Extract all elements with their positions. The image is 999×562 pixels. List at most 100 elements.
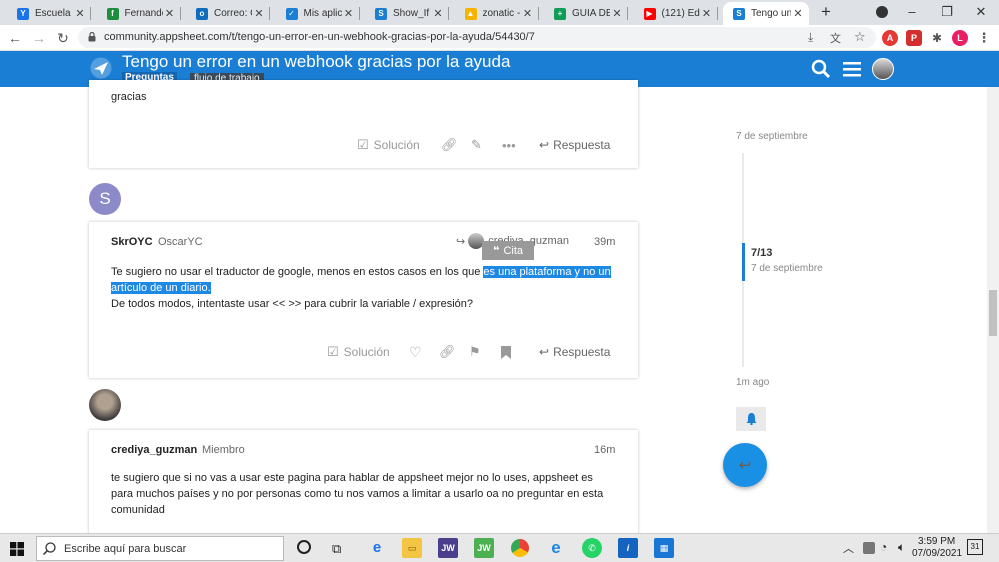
tab-close-icon[interactable]: ✕ (163, 7, 177, 20)
edge-app-icon[interactable]: e (546, 538, 566, 558)
clock-date[interactable]: 07/09/2021 (912, 548, 962, 559)
scrollbar-thumb[interactable] (989, 290, 997, 336)
address-bar[interactable]: community.appsheet.com/t/tengo-un-error-… (78, 27, 876, 48)
tab-close-icon[interactable]: ✕ (342, 7, 356, 20)
notification-bell-button[interactable] (736, 407, 766, 431)
task-view-icon[interactable]: ⧉ (332, 541, 341, 557)
post-author-avatar[interactable] (89, 389, 121, 421)
whatsapp-app-icon[interactable]: ✆ (582, 538, 602, 558)
browser-tab[interactable]: f Fernando I✕ (97, 2, 181, 25)
edit-pencil-icon[interactable]: ✎ (471, 135, 482, 155)
file-explorer-app-icon[interactable]: ▭ (402, 538, 422, 558)
tab-separator (448, 7, 449, 20)
tab-title: GUIA DE C (572, 8, 610, 19)
tab-title: Fernando I (124, 8, 163, 19)
timeline-start-date[interactable]: 7 de septiembre (736, 131, 808, 142)
wifi-icon[interactable]: ◔ (880, 540, 887, 554)
edge-legacy-app-icon[interactable]: e (367, 538, 387, 558)
tab-close-icon[interactable]: ✕ (700, 7, 714, 20)
browser-tab[interactable]: ✓ Mis aplicac✕ (276, 2, 360, 25)
post-username[interactable]: SkrOYC (111, 236, 153, 248)
forward-icon[interactable]: → (30, 29, 48, 47)
user-avatar[interactable] (872, 58, 894, 80)
browser-tab[interactable]: ▶ (121) Ed SI✕ (634, 2, 718, 25)
reload-icon[interactable]: ↻ (54, 29, 72, 47)
more-options-icon[interactable]: ••• (502, 135, 516, 155)
browser-tab[interactable]: o Correo: Cp✕ (186, 2, 270, 25)
link-icon[interactable]: 🔗︎ (441, 135, 458, 155)
post-time[interactable]: 16m (594, 444, 615, 456)
tab-favicon-icon: ✓ (285, 7, 298, 20)
browser-menu-icon[interactable]: ⋮ (976, 30, 992, 46)
tab-favicon-icon: S (733, 7, 745, 20)
post-line: para muchos países y no por personas com… (111, 488, 604, 500)
appsheet-logo-icon[interactable] (90, 57, 112, 79)
post-fullname[interactable]: OscarYC (158, 236, 203, 248)
post-username[interactable]: crediya_guzman (111, 444, 197, 456)
tab-close-icon[interactable]: ✕ (610, 7, 624, 20)
hamburger-menu-icon[interactable] (842, 59, 862, 79)
restore-icon[interactable]: ❐ (932, 2, 962, 22)
jw-app-icon-1[interactable]: JW (438, 538, 458, 558)
browser-tab[interactable]: S Tengo un e✕ (723, 2, 809, 25)
post-time[interactable]: 39m (594, 236, 615, 248)
quote-label: Cita (503, 244, 524, 257)
tab-close-icon[interactable]: ✕ (521, 7, 535, 20)
search-icon[interactable] (811, 59, 831, 79)
checkbox-icon: ☑ (357, 137, 369, 152)
tab-close-icon[interactable]: ✕ (73, 7, 87, 20)
reply-arrow-icon: ↩ (539, 138, 550, 152)
taskbar-search-box[interactable]: Escribe aquí para buscar (36, 536, 284, 561)
tab-favicon-icon: f (106, 7, 119, 20)
pdf-extension-icon[interactable]: P (906, 30, 922, 46)
close-window-icon[interactable]: ✕ (966, 2, 996, 22)
bookmark-icon[interactable] (501, 342, 511, 362)
timeline-end-label[interactable]: 1m ago (736, 377, 769, 388)
floating-reply-button[interactable]: ↩ (723, 443, 767, 487)
clock-time[interactable]: 3:59 PM (918, 536, 955, 547)
tab-close-icon[interactable]: ✕ (791, 7, 805, 20)
reply-button[interactable]: ↩ Respuesta (539, 342, 610, 362)
link-icon[interactable]: 🔗︎ (439, 342, 456, 362)
adblock-extension-icon[interactable]: A (882, 30, 898, 46)
tab-separator (269, 7, 270, 20)
tab-search-icon[interactable] (876, 6, 888, 18)
extensions-puzzle-icon[interactable]: ✱ (929, 30, 945, 46)
reply-to-arrow-icon: ↪ (456, 235, 466, 248)
reply-button[interactable]: ↩ Respuesta (539, 135, 610, 155)
tab-close-icon[interactable]: ✕ (252, 7, 266, 20)
like-heart-icon[interactable]: ♡ (409, 342, 422, 362)
translate-icon[interactable]: 文 (830, 30, 841, 46)
profile-avatar-icon[interactable]: L (952, 30, 968, 46)
topic-title[interactable]: Tengo un error en un webhook gracias por… (122, 52, 510, 72)
timeline-handle[interactable] (742, 243, 745, 281)
info-app-icon[interactable]: i (618, 538, 638, 558)
install-app-icon[interactable]: ⤓ (808, 30, 813, 45)
back-icon[interactable]: ← (6, 29, 24, 47)
grid-app-icon[interactable]: ▦ (654, 538, 674, 558)
tray-chevron-up-icon[interactable]: ︿ (843, 540, 854, 556)
browser-tab[interactable]: ▲ zonatic - C✕ (455, 2, 539, 25)
windows-start-icon[interactable] (10, 542, 24, 556)
browser-tab[interactable]: S Show_If ex✕ (365, 2, 449, 25)
solution-button[interactable]: ☑ Solución (357, 135, 420, 155)
notification-center-icon[interactable]: 31 (967, 539, 983, 555)
flag-icon[interactable]: ⚑ (469, 342, 481, 362)
chrome-app-icon[interactable] (510, 538, 530, 558)
browser-tab[interactable]: + GUIA DE C✕ (544, 2, 628, 25)
post-text: Te sugiero no usar el traductor de googl… (111, 266, 484, 278)
solution-button[interactable]: ☑ Solución (327, 342, 390, 362)
quote-button[interactable]: ❝ Cita (482, 241, 534, 260)
browser-tab[interactable]: Y Escuela Se✕ (7, 2, 91, 25)
tray-app-icon[interactable] (863, 542, 875, 554)
jw-app-icon-2[interactable]: JW (474, 538, 494, 558)
lock-icon (88, 32, 96, 42)
bookmark-star-icon[interactable]: ☆ (854, 29, 866, 45)
cortana-icon[interactable] (297, 540, 311, 554)
volume-icon[interactable]: 🔈︎ (898, 540, 905, 555)
tab-favicon-icon: Y (17, 7, 29, 20)
tab-close-icon[interactable]: ✕ (431, 7, 445, 20)
post-author-avatar[interactable]: S (89, 183, 121, 215)
new-tab-button[interactable]: + (818, 3, 834, 21)
minimize-icon[interactable]: – (897, 2, 927, 22)
